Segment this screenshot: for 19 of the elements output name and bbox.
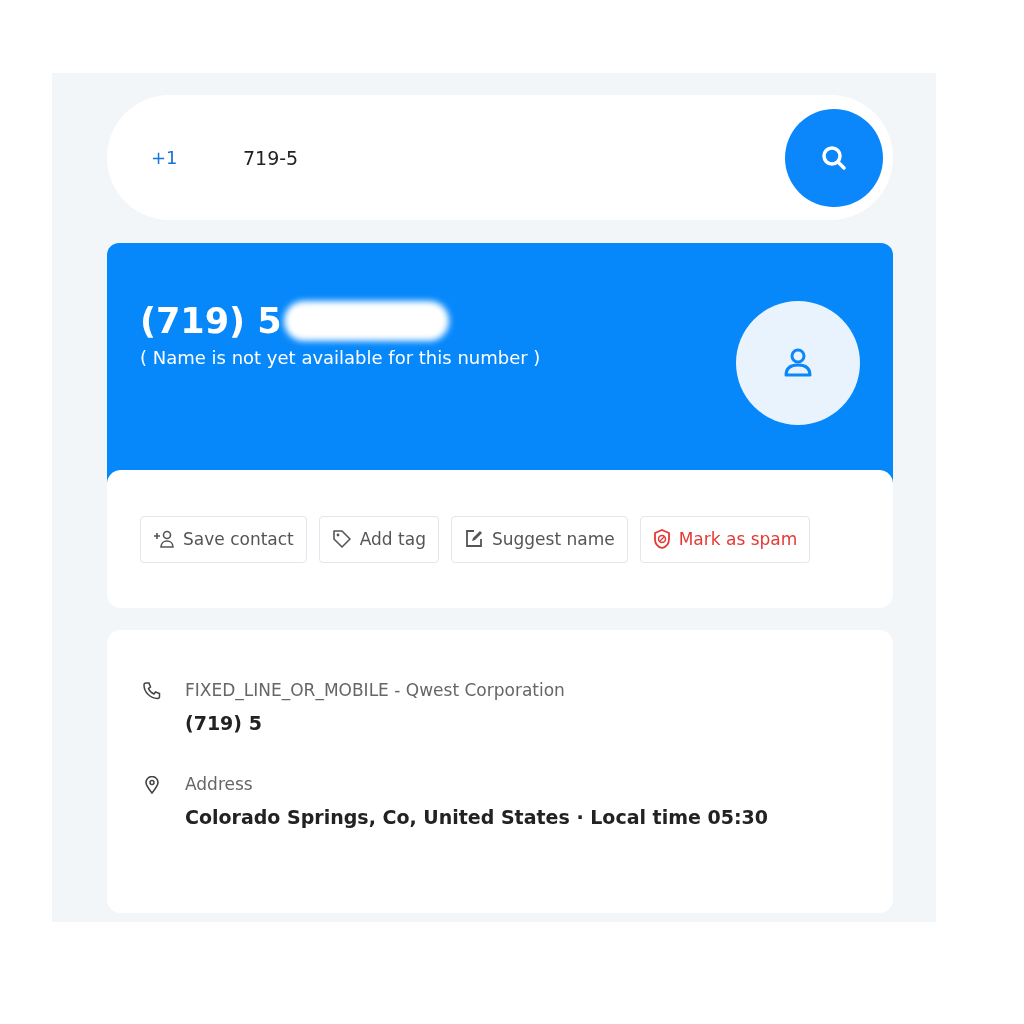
action-button[interactable]: Suggest name xyxy=(450,515,628,563)
detail-label: Address xyxy=(185,774,254,794)
country-code[interactable]: +1 xyxy=(151,147,241,168)
detail-label: FIXED_LINE_OR_MOBILE - Qwest Corporation xyxy=(185,680,565,700)
tag-icon xyxy=(331,529,352,549)
search-icon xyxy=(820,143,848,172)
detail-value: Colorado Springs, Co, United States · Local time 05:30 xyxy=(185,806,768,828)
action-button[interactable]: Save contact xyxy=(140,515,307,563)
name-unavailable-note: ( Name is not yet available for this number ) xyxy=(140,347,541,368)
detail-value: (719) 5 xyxy=(185,712,263,734)
phone-icon xyxy=(143,682,161,700)
add-person-icon xyxy=(153,530,175,548)
phone-input-field[interactable]: 719-5 xyxy=(241,145,785,170)
phone-number-title: (719) 5 xyxy=(140,301,282,341)
location-pin-icon xyxy=(145,776,159,794)
mark-spam-button[interactable]: Mark as spam xyxy=(639,515,811,563)
action-button[interactable]: Add tag xyxy=(318,515,439,563)
edit-icon xyxy=(463,529,484,549)
shield-icon xyxy=(652,529,671,549)
